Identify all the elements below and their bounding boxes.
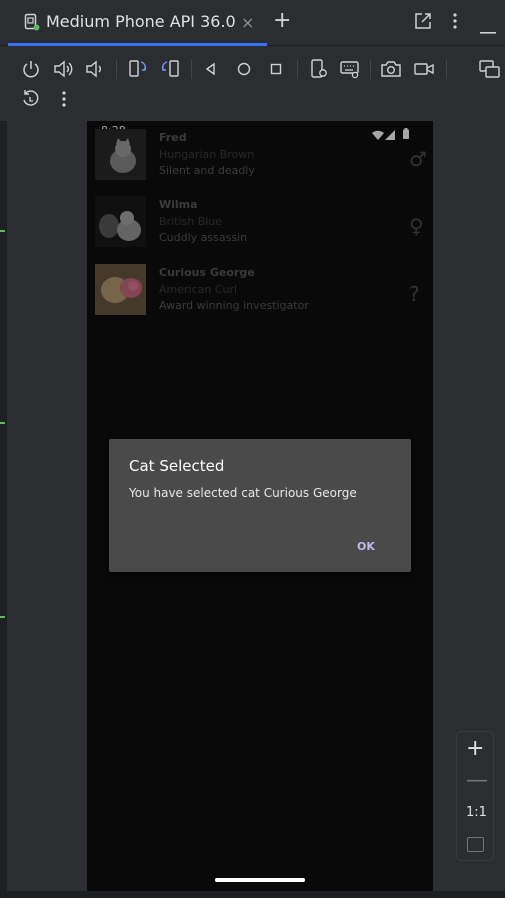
screenshot-icon[interactable] [380, 58, 402, 80]
zoom-out-button[interactable]: — [466, 768, 488, 793]
device-screen[interactable]: 8:28 Fred Hungarian Brown Silent and dea… [87, 121, 433, 891]
volume-up-icon[interactable] [52, 58, 74, 80]
overview-icon[interactable] [265, 58, 287, 80]
toolbar-separator [370, 59, 371, 79]
gutter-marker [0, 221, 5, 232]
tab-device[interactable]: Medium Phone API 36.0 × [8, 0, 267, 46]
gutter-marker [0, 607, 5, 618]
cat-selected-dialog: Cat Selected You have selected cat Curio… [109, 439, 411, 572]
rotate-right-icon[interactable] [159, 58, 181, 80]
device-running-icon [24, 13, 40, 31]
more-vertical-icon[interactable] [61, 88, 67, 110]
gutter-marker [0, 413, 5, 424]
toolbar-separator [446, 59, 447, 79]
emulator-window: Medium Phone API 36.0 × + Fred Hungarian… [0, 0, 505, 898]
toolbar-separator [297, 59, 298, 79]
reset-icon[interactable] [20, 88, 42, 110]
add-tab-icon[interactable]: + [273, 8, 291, 33]
screen-record-icon[interactable] [413, 58, 435, 80]
minimize-icon[interactable] [480, 20, 496, 39]
multi-display-icon[interactable] [478, 58, 500, 80]
more-vertical-icon[interactable] [452, 12, 458, 34]
toolbar-separator [191, 59, 192, 79]
close-tab-icon[interactable]: × [241, 13, 254, 32]
zoom-in-button[interactable]: + [466, 736, 484, 761]
fit-to-screen-icon[interactable] [467, 837, 484, 852]
left-gutter [0, 121, 7, 898]
home-icon[interactable] [233, 58, 255, 80]
emulator-toolbar [0, 47, 505, 121]
zoom-actual-size-button[interactable]: 1:1 [466, 805, 487, 820]
toolbar-separator [116, 59, 117, 79]
power-icon[interactable] [20, 58, 42, 80]
dialog-message: You have selected cat Curious George [129, 486, 357, 500]
volume-down-icon[interactable] [84, 58, 106, 80]
device-settings-icon[interactable] [308, 58, 330, 80]
ok-button[interactable]: OK [357, 540, 375, 553]
tab-title: Medium Phone API 36.0 [46, 12, 236, 31]
open-in-new-window-icon[interactable] [414, 12, 432, 34]
bottom-edge [0, 891, 505, 898]
dialog-title: Cat Selected [129, 457, 225, 475]
tab-bar: Medium Phone API 36.0 × + [0, 0, 505, 46]
gesture-nav-handle[interactable] [215, 878, 305, 882]
back-icon[interactable] [200, 58, 222, 80]
zoom-controls: + — 1:1 [456, 731, 494, 861]
rotate-left-icon[interactable] [127, 58, 149, 80]
keyboard-settings-icon[interactable] [339, 58, 361, 80]
tab-selected-indicator [8, 43, 267, 46]
